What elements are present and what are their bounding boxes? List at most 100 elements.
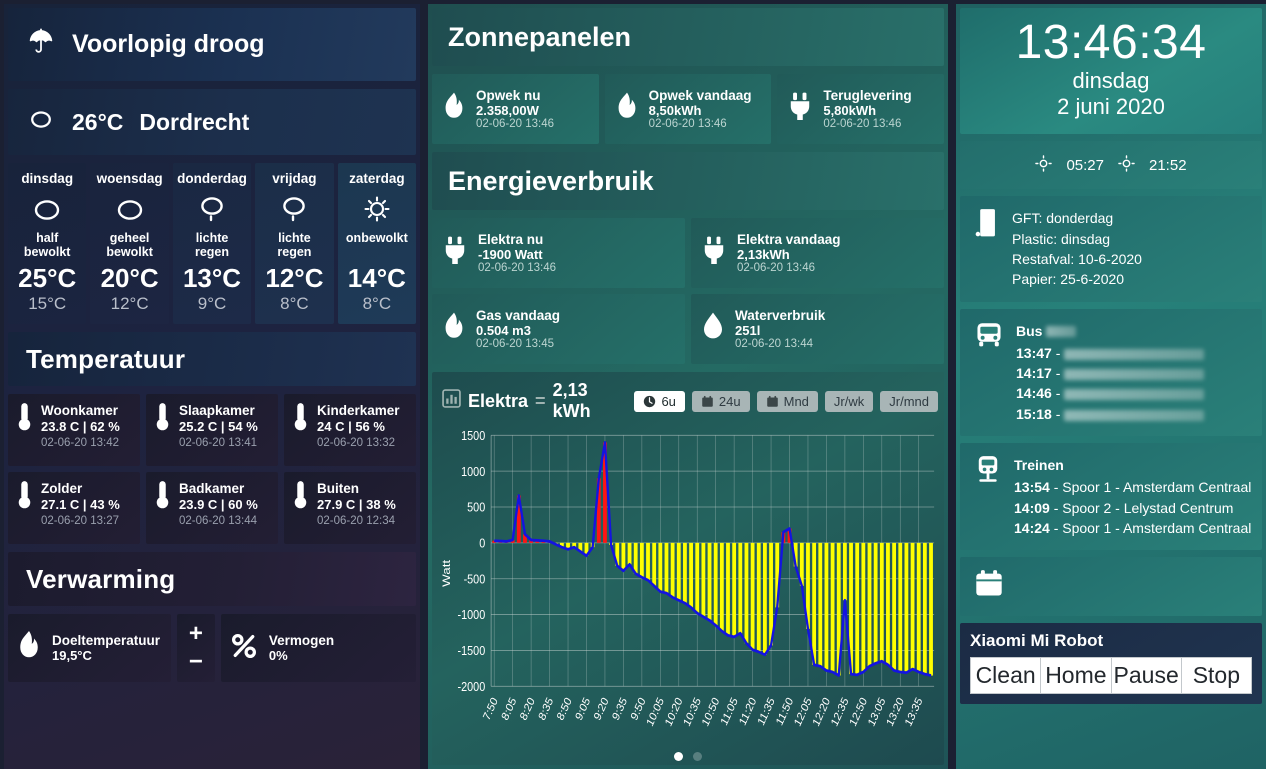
- weather-summary-text: Voorlopig droog: [72, 30, 265, 58]
- svg-text:-500: -500: [464, 572, 486, 587]
- temperature-sensor-grid: Woonkamer 23.8 C | 62 % 02-06-20 13:42 S…: [8, 394, 416, 544]
- bus-departure-time: 15:18: [1016, 405, 1052, 422]
- svg-text:500: 500: [467, 500, 485, 515]
- forecast-day-desc: lichte regen: [277, 231, 312, 259]
- solar-tile-timestamp: 02-06-20 13:46: [823, 118, 902, 130]
- right-column: 13:46:34 dinsdag 2 juni 2020 05:27 21:52: [956, 4, 1266, 769]
- sensor-card[interactable]: Woonkamer 23.8 C | 62 % 02-06-20 13:42: [8, 394, 140, 466]
- sensor-value: 23.8 C | 62 %: [41, 419, 120, 435]
- energy-tile-value: -1900 Watt: [478, 247, 543, 262]
- train-departure-time: 13:54: [1014, 479, 1050, 496]
- sensor-timestamp: 02-06-20 13:27: [41, 514, 120, 527]
- svg-text:9:35: 9:35: [611, 696, 630, 723]
- solar-tile[interactable]: Opwek nu 2.358,00W 02-06-20 13:46: [432, 74, 599, 144]
- sensor-name: Zolder: [41, 481, 83, 496]
- umbrella-icon: [26, 25, 56, 64]
- cloud-icon: [10, 191, 84, 229]
- clock-time: 13:46:34: [1015, 16, 1207, 69]
- range-button-jrwk[interactable]: Jr/wk: [824, 390, 874, 412]
- chart-separator: =: [535, 390, 546, 411]
- range-button-6u[interactable]: 6u: [634, 390, 685, 412]
- energy-tile[interactable]: Gas vandaag 0.504 m3 02-06-20 13:45: [432, 294, 685, 364]
- energy-tile[interactable]: Elektra vandaag 2,13kWh 02-06-20 13:46: [691, 218, 944, 288]
- bus-destination-redacted: [1064, 368, 1205, 380]
- energy-tile-name: Elektra vandaag: [737, 232, 841, 247]
- plug-icon: [787, 92, 813, 127]
- bus-departure-separator: -: [1055, 405, 1061, 422]
- range-button-mnd[interactable]: Mnd: [756, 390, 818, 412]
- thermometer-icon: [154, 402, 171, 437]
- robot-clean-button[interactable]: Clean: [970, 657, 1042, 695]
- train-departure-time: 14:24: [1014, 519, 1050, 536]
- energy-tile[interactable]: Waterverbruik 251l 02-06-20 13:44: [691, 294, 944, 364]
- heating-power-card[interactable]: Vermogen 0%: [220, 614, 416, 682]
- sensor-card[interactable]: Badkamer 23.9 C | 60 % 02-06-20 13:44: [146, 472, 278, 544]
- plug-icon: [442, 236, 468, 271]
- sensor-card[interactable]: Buiten 27.9 C | 38 % 02-06-20 12:34: [284, 472, 416, 544]
- sensor-timestamp: 02-06-20 13:32: [317, 436, 396, 449]
- energy-tile-value: 2,13kWh: [737, 247, 790, 262]
- sensor-timestamp: 02-06-20 13:42: [41, 436, 120, 449]
- calendar-icon: [702, 395, 713, 407]
- target-temperature-card[interactable]: Doeltemperatuur 19,5°C: [8, 614, 171, 682]
- svg-text:-2000: -2000: [458, 679, 486, 694]
- cloud-icon: [26, 106, 56, 138]
- thermometer-icon: [16, 480, 33, 515]
- solar-tile-value: 8,50kWh: [648, 103, 702, 118]
- bus-departure-separator: -: [1055, 385, 1061, 402]
- sensor-card[interactable]: Kinderkamer 24 C | 56 % 02-06-20 13:32: [284, 394, 416, 466]
- electricity-plot: 150010005000-500-1000-1500-20007:50 8:05 8…: [440, 428, 935, 729]
- bus-departure: 13:47 -: [1016, 343, 1205, 363]
- left-column: Voorlopig droog 26°C Dordrecht dinsdag h…: [4, 4, 420, 769]
- decrease-temperature-button[interactable]: −: [189, 650, 203, 674]
- bus-line-redacted: [1046, 326, 1077, 338]
- forecast-day-high: 14°C: [347, 263, 406, 293]
- pagination-dots[interactable]: [432, 752, 944, 761]
- thermometer-icon: [292, 480, 309, 515]
- forecast-day-name: woensdag: [96, 171, 163, 186]
- bus-destination-redacted: [1064, 348, 1205, 360]
- solar-tile-name: Opwek nu: [476, 88, 541, 103]
- forecast-row: dinsdag half bewolkt 25°C 15°C woensdag …: [8, 163, 417, 324]
- svg-text:9:05: 9:05: [574, 696, 593, 723]
- increase-temperature-button[interactable]: +: [189, 622, 203, 646]
- energy-tiles: Elektra nu -1900 Watt 02-06-20 13:46 Ele…: [432, 218, 944, 364]
- range-button-jrmnd[interactable]: Jr/mnd: [880, 390, 938, 412]
- solar-tile[interactable]: Teruglevering 5,80kWh 02-06-20 13:46: [777, 74, 945, 144]
- forecast-day-low: 8°C: [280, 294, 309, 313]
- calendar-icon: [766, 395, 778, 407]
- range-button-label: Mnd: [783, 393, 809, 409]
- range-button-label: 6u: [661, 393, 676, 409]
- pagination-dot-2[interactable]: [693, 752, 702, 761]
- bus-departure-separator: -: [1055, 344, 1061, 361]
- energy-tile-timestamp: 02-06-20 13:46: [478, 262, 557, 274]
- svg-text:Watt: Watt: [440, 559, 453, 587]
- clock-day: dinsdag: [1072, 68, 1150, 94]
- waste-collection-card: GFT: donderdag Plastic: dinsdag Restafva…: [960, 196, 1262, 302]
- sensor-card[interactable]: Slaapkamer 25.2 C | 54 % 02-06-20 13:41: [146, 394, 278, 466]
- robot-vacuum-card: Xiaomi Mi Robot Clean Home Pause Stop: [960, 623, 1262, 705]
- svg-text:-1500: -1500: [458, 643, 486, 658]
- forecast-day: zaterdag onbewolkt 14°C 8°C: [337, 163, 417, 324]
- pagination-dot-1[interactable]: [674, 752, 683, 761]
- energy-tile[interactable]: Elektra nu -1900 Watt 02-06-20 13:46: [432, 218, 685, 288]
- forecast-day-desc: onbewolkt: [345, 231, 408, 245]
- temperature-stepper[interactable]: + −: [176, 614, 215, 682]
- robot-pause-button[interactable]: Pause: [1111, 657, 1182, 695]
- robot-stop-button[interactable]: Stop: [1181, 657, 1252, 695]
- range-button-24u[interactable]: 24u: [691, 390, 750, 412]
- sun-icon: [340, 191, 414, 229]
- sensor-value: 27.9 C | 38 %: [317, 497, 396, 513]
- svg-text:10:50: 10:50: [700, 696, 722, 729]
- energy-tile-value: 0.504 m3: [476, 323, 531, 338]
- robot-home-button[interactable]: Home: [1041, 657, 1112, 695]
- sensor-card[interactable]: Zolder 27.1 C | 43 % 02-06-20 13:27: [8, 472, 140, 544]
- solar-tile-name: Opwek vandaag: [648, 88, 752, 103]
- range-button-label: Jr/wk: [833, 393, 865, 409]
- waste-line: Papier: 25-6-2020: [1012, 271, 1125, 288]
- svg-text:13:35: 13:35: [903, 696, 925, 729]
- temperature-section-title: Temperatuur: [8, 332, 416, 386]
- svg-text:7:50: 7:50: [481, 696, 500, 723]
- dashboard: Voorlopig droog 26°C Dordrecht dinsdag h…: [0, 0, 1266, 769]
- solar-tile[interactable]: Opwek vandaag 8,50kWh 02-06-20 13:46: [604, 74, 772, 144]
